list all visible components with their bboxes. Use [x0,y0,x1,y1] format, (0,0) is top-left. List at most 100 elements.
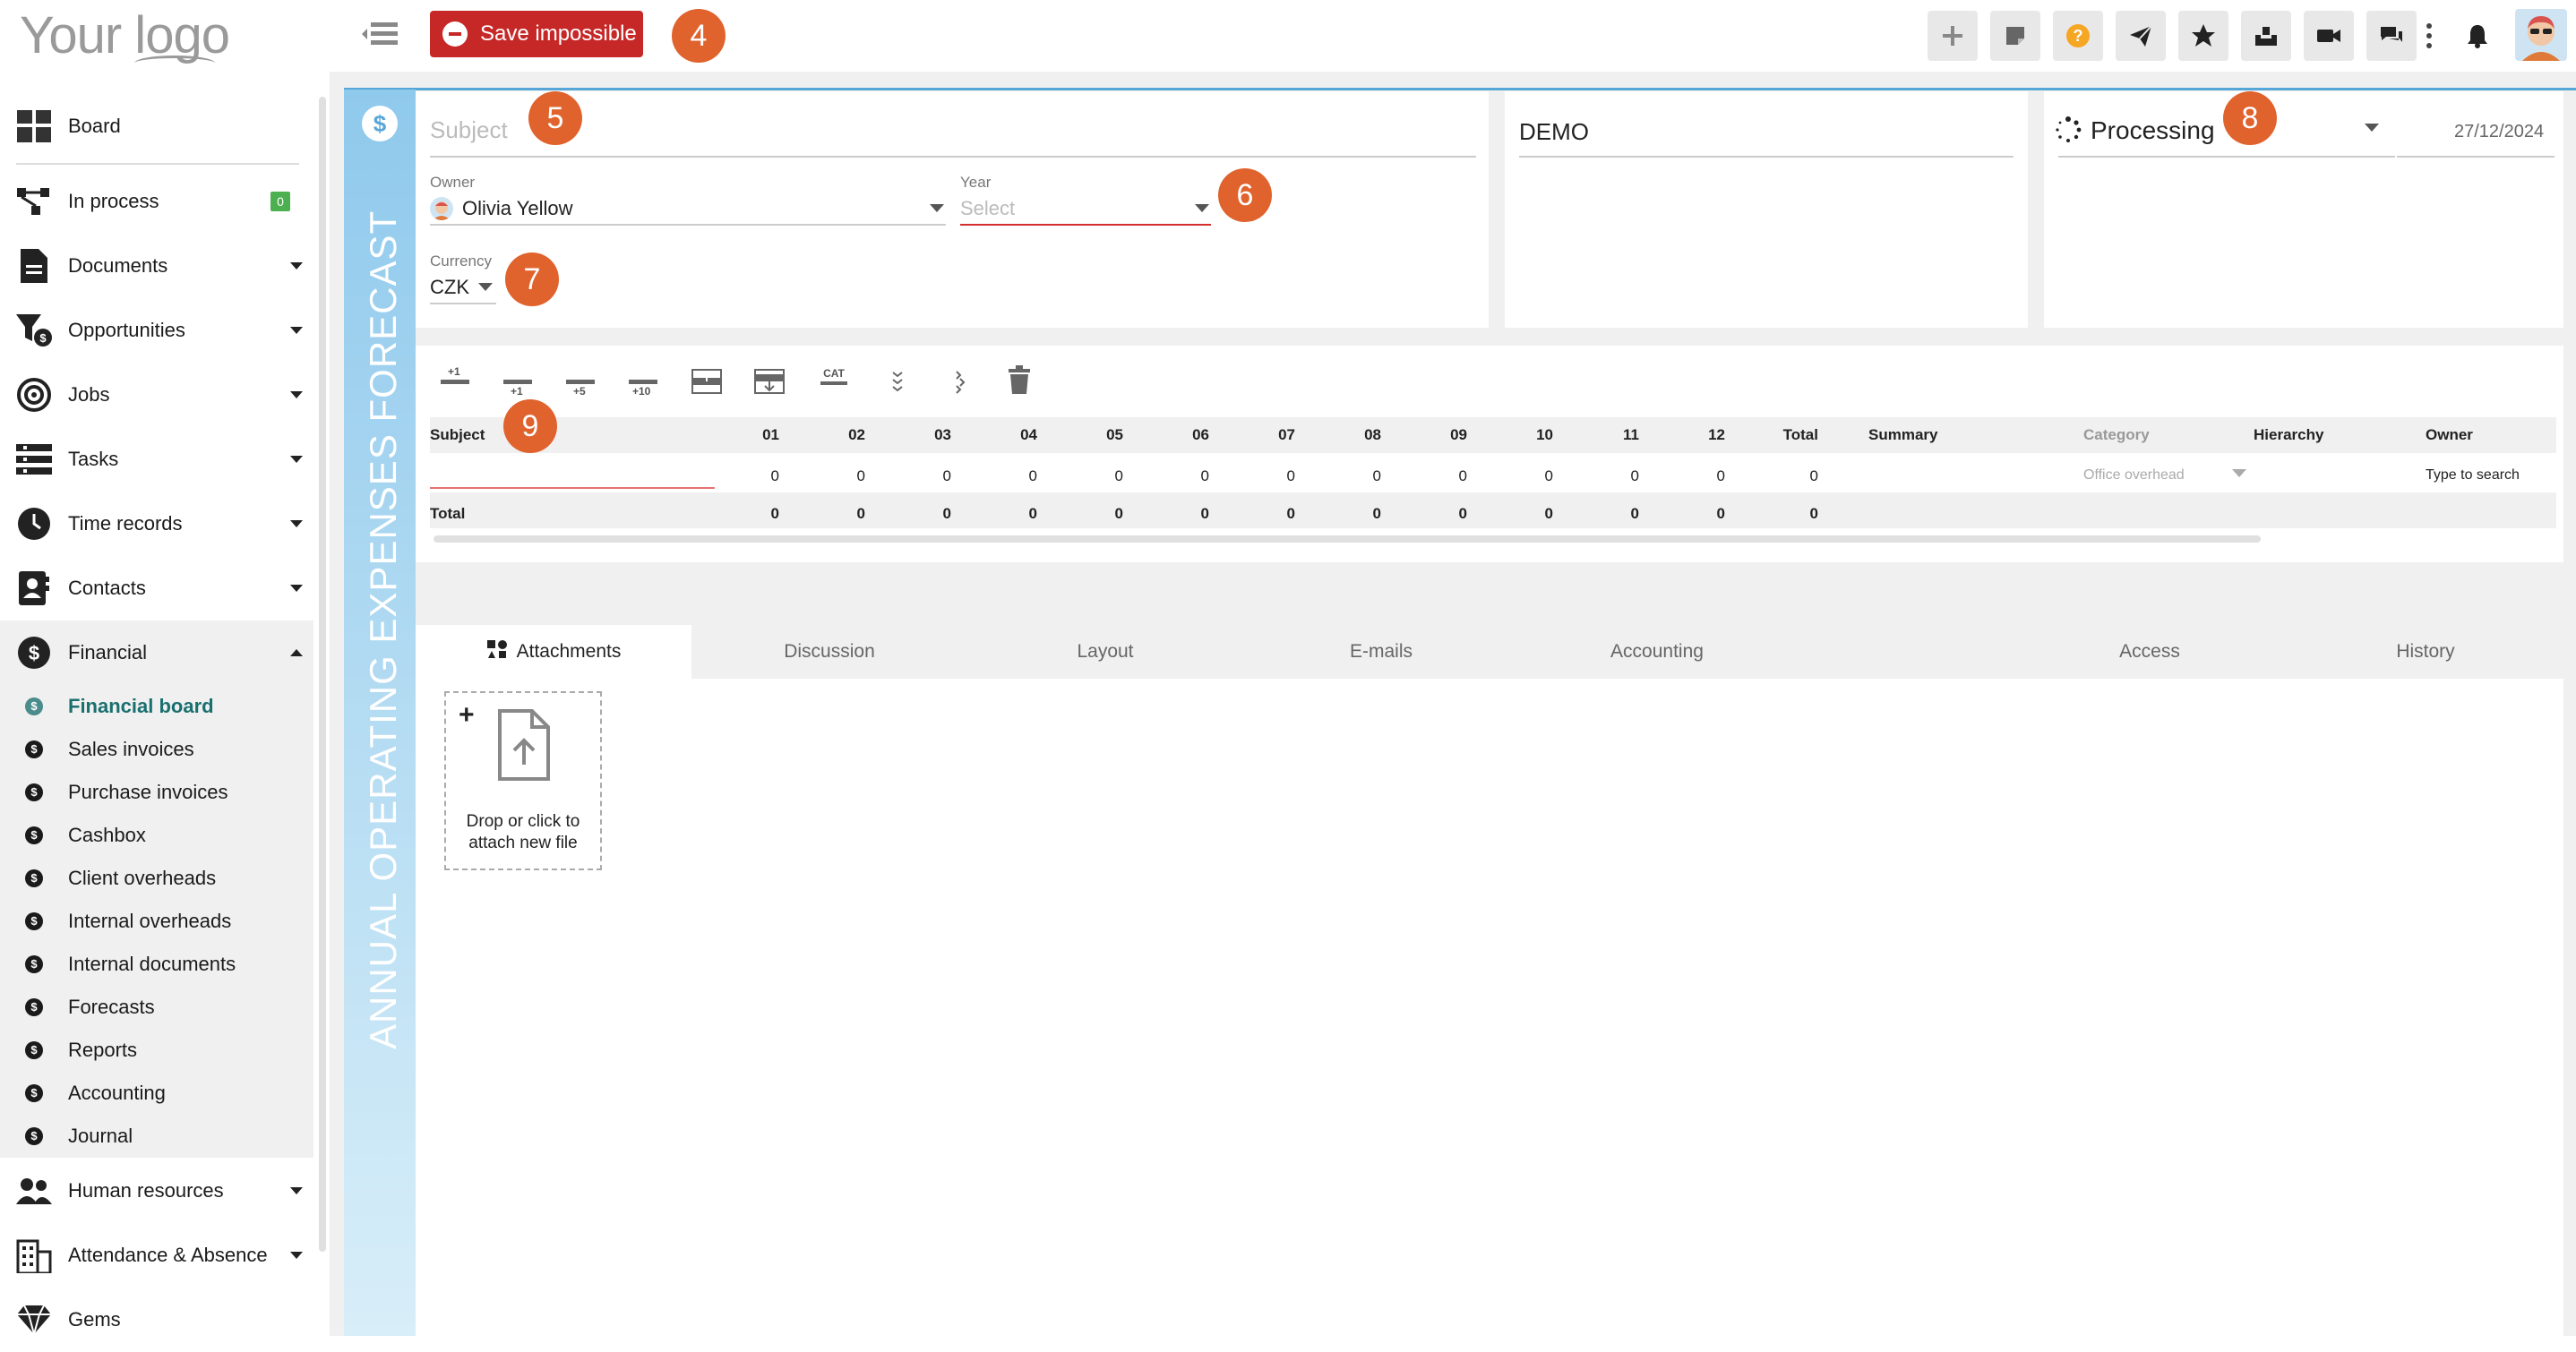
sidebar-subitem-accounting[interactable]: $ Accounting [0,1072,313,1115]
grid-header-cell[interactable]: 10 [1499,426,1553,444]
collapse-sidebar-button[interactable] [355,16,403,52]
sidebar-item-in-process[interactable]: In process 0 [0,169,313,234]
grid-header-cell[interactable]: 11 [1585,426,1639,444]
grid-value-cell[interactable]: 0 [1155,467,1209,485]
grid-value-cell[interactable]: 0 [1671,467,1725,485]
favorites-button[interactable] [2178,11,2228,61]
grid-value-cell[interactable]: 0 [1499,467,1553,485]
grid-header-cell[interactable]: Summary [1868,426,1937,444]
sidebar-item-opportunities[interactable]: $ Opportunities [0,298,313,363]
add-row-button[interactable]: +1 [441,365,473,392]
insert-row-below-icon[interactable] [754,369,785,394]
grid-value-cell[interactable]: 0 [1413,467,1467,485]
more-vertical-icon[interactable] [2426,21,2433,50]
grid-value-cell[interactable]: 0 [811,467,865,485]
company-field[interactable]: DEMO [1519,118,1589,146]
grid-horizontal-scrollbar[interactable] [434,535,2261,543]
grid-header-cell[interactable]: 06 [1155,426,1209,444]
grid-header-cell[interactable]: 12 [1671,426,1725,444]
year-select[interactable]: Select [960,197,1015,220]
grid-header-cell[interactable]: 09 [1413,426,1467,444]
grid-header-cell[interactable]: 04 [983,426,1037,444]
grid-header-cell[interactable]: 07 [1241,426,1295,444]
grid-header-cell[interactable]: 02 [811,426,865,444]
grid-value-cell[interactable]: 0 [983,467,1037,485]
trash-icon[interactable] [1007,365,1032,394]
video-button[interactable] [2304,11,2354,61]
grid-header-cell[interactable]: 03 [897,426,951,444]
grid-header-cell[interactable]: Total [1765,426,1818,444]
attachment-dropzone[interactable]: + Drop or click to attach new file [444,691,602,870]
tab-emails[interactable]: E-mails [1243,625,1519,679]
grid-value-cell[interactable]: 0 [897,467,951,485]
grid-value-cell[interactable]: 0 [1327,467,1381,485]
grid-value-cell[interactable]: 0 [1241,467,1295,485]
sidebar-item-financial[interactable]: $ Financial [0,620,313,685]
currency-select[interactable]: CZK [430,276,469,299]
grid-value-cell[interactable]: 0 [1069,467,1123,485]
send-button[interactable] [2116,11,2166,61]
sidebar-item-documents[interactable]: Documents [0,234,313,298]
grid-header-cell[interactable]: 08 [1327,426,1381,444]
owner-select[interactable]: Olivia Yellow [462,197,573,220]
grid-header-cell[interactable]: 01 [726,426,779,444]
help-button[interactable]: ? [2053,11,2103,61]
grid-value-cell[interactable]: 0 [1585,467,1639,485]
chat-button[interactable] [2366,11,2417,61]
grid-header-cell[interactable]: 05 [1069,426,1123,444]
sidebar-item-tasks[interactable]: Tasks [0,427,313,492]
category-button[interactable]: CAT [819,367,849,392]
tab-layout[interactable]: Layout [967,625,1243,679]
grid-header-cell[interactable]: Category [2083,426,2150,444]
sidebar-subitem-internal-overheads[interactable]: $ Internal overheads [0,900,313,943]
sidebar-item-contacts[interactable]: Contacts [0,556,313,620]
add-10-rows-button[interactable]: +10 [629,380,665,406]
avatar[interactable] [2515,9,2567,61]
owner-search-input[interactable]: Type to search [2426,467,2520,483]
expand-rows-icon[interactable] [890,369,905,396]
date-field[interactable]: 27/12/2024 [2454,122,2544,142]
tab-history[interactable]: History [2288,625,2563,679]
sidebar-item-gems[interactable]: Gems [0,1288,313,1352]
sidebar-subitem-financial-board[interactable]: $ Financial board [0,685,313,728]
status-dropdown-icon[interactable] [2365,124,2379,132]
grid-header-cell[interactable]: Subject [430,426,485,444]
tab-access[interactable]: Access [2012,625,2288,679]
insert-row-above-icon[interactable] [691,369,722,394]
sidebar-subitem-purchase-invoices[interactable]: $ Purchase invoices [0,771,313,814]
sidebar-subitem-client-overheads[interactable]: $ Client overheads [0,857,313,900]
sidebar-item-human-resources[interactable]: Human resources [0,1159,313,1223]
notifications-button[interactable] [2452,11,2503,61]
category-dropdown-icon[interactable] [2232,469,2246,477]
sidebar-item-board[interactable]: Board [0,94,313,158]
sidebar-item-time-records[interactable]: Time records [0,492,313,556]
subject-input[interactable]: Subject [430,116,508,144]
grid-header-cell[interactable]: Owner [2426,426,2473,444]
owner-dropdown-icon[interactable] [930,204,944,212]
expand-columns-icon[interactable] [953,369,967,396]
tab-attachments[interactable]: Attachments [416,625,691,679]
currency-dropdown-icon[interactable] [478,283,493,291]
tab-accounting[interactable]: Accounting [1519,625,1795,679]
save-button[interactable]: Save impossible [430,11,643,57]
sidebar-subitem-cashbox[interactable]: $ Cashbox [0,814,313,857]
add-button[interactable] [1928,11,1978,61]
sidebar-subitem-forecasts[interactable]: $ Forecasts [0,986,313,1029]
grid-header-cell[interactable]: Hierarchy [2254,426,2323,444]
grid-value-cell[interactable]: 0 [726,467,779,485]
notes-button[interactable] [1990,11,2040,61]
sidebar-subitem-reports[interactable]: $ Reports [0,1029,313,1072]
sidebar-subitem-internal-documents[interactable]: $ Internal documents [0,943,313,986]
add-5-rows-button[interactable]: +5 [566,380,598,406]
status-select[interactable]: Processing [2091,116,2215,145]
category-select[interactable]: Office overhead [2083,467,2185,483]
grid-value-cell[interactable]: 0 [1765,467,1818,485]
year-dropdown-icon[interactable] [1195,204,1209,212]
sidebar-item-jobs[interactable]: Jobs [0,363,313,427]
tab-discussion[interactable]: Discussion [691,625,967,679]
sidebar-subitem-sales-invoices[interactable]: $ Sales invoices [0,728,313,771]
sidebar-item-attendance[interactable]: Attendance & Absence [0,1223,313,1288]
sidebar-scrollbar[interactable] [319,97,326,1252]
sidebar-subitem-journal[interactable]: $ Journal [0,1115,313,1158]
inbox-button[interactable] [2241,11,2291,61]
